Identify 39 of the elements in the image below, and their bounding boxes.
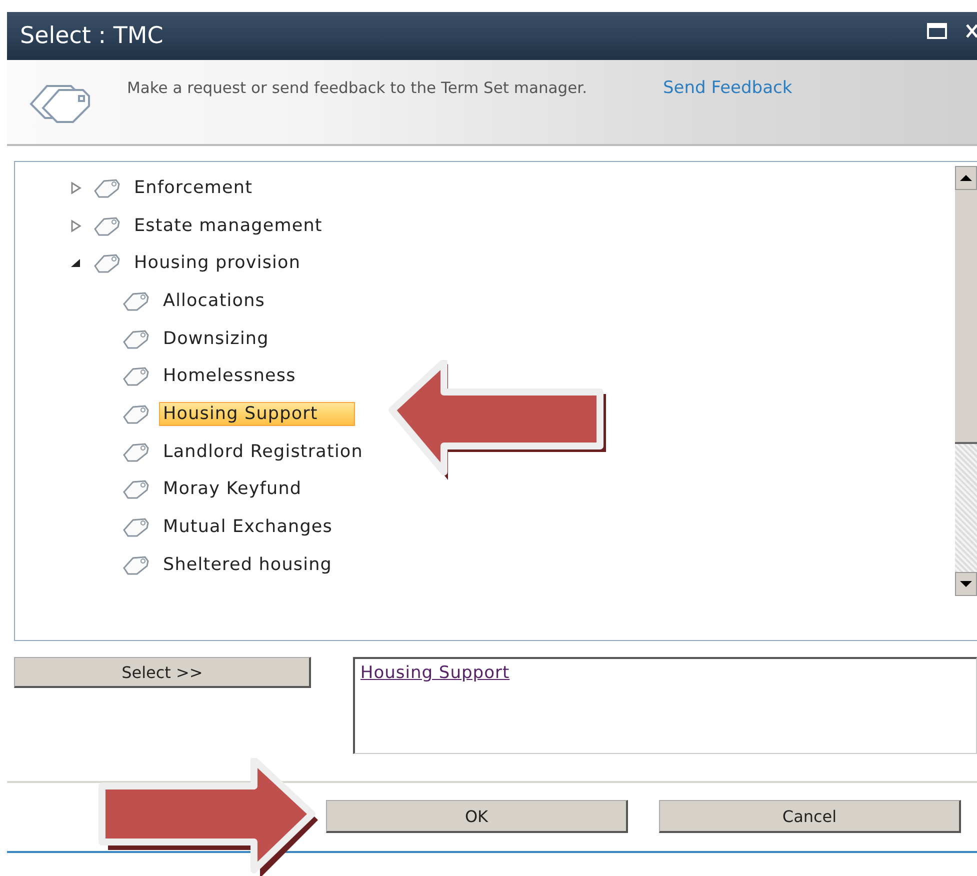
select-button[interactable]: Select >>	[14, 657, 312, 688]
header-message: Make a request or send feedback to the Term Set manager.	[127, 78, 588, 98]
tag-icon	[122, 554, 150, 576]
caret-down-icon	[960, 580, 972, 588]
tree-item[interactable]: Estate management	[130, 214, 326, 238]
tree-item[interactable]: Housing provision	[130, 251, 305, 276]
tree-item[interactable]: Landlord Registration	[159, 440, 367, 464]
scroll-down-button[interactable]	[955, 572, 977, 596]
scrollbar[interactable]	[955, 166, 977, 596]
tag-icon	[93, 214, 121, 237]
maximize-icon[interactable]	[927, 23, 947, 39]
tree-item[interactable]: Enforcement	[130, 176, 257, 200]
expand-icon[interactable]	[70, 218, 82, 233]
caret-up-icon	[960, 174, 972, 182]
tree-item[interactable]: Sheltered housing	[159, 552, 336, 577]
tree-item[interactable]: Allocations	[159, 288, 269, 313]
tag-icon	[93, 176, 121, 199]
selected-term-link[interactable]: Housing Support	[360, 663, 510, 683]
tag-icon	[93, 252, 121, 274]
tag-icon	[122, 516, 150, 538]
tag-icon	[122, 328, 150, 350]
ok-button[interactable]: OK	[326, 800, 628, 833]
tag-icon	[122, 290, 150, 312]
tree-item[interactable]: Downsizing	[159, 326, 273, 351]
tree-item[interactable]: Homelessness	[159, 364, 300, 388]
tree-item[interactable]: Moray Keyfund	[159, 477, 306, 502]
selected-terms-field[interactable]: Housing Support	[353, 657, 977, 754]
close-icon[interactable]	[965, 23, 977, 39]
tree-item[interactable]: Mutual Exchanges	[159, 515, 337, 540]
window-title: Select : TMC	[19, 23, 164, 49]
tree-item[interactable]: Housing Support	[159, 402, 355, 426]
tag-icon	[122, 478, 150, 500]
cancel-button[interactable]: Cancel	[659, 800, 961, 833]
tag-icon	[122, 440, 150, 463]
scroll-thumb[interactable]	[955, 190, 977, 444]
scroll-up-button[interactable]	[955, 166, 977, 190]
tag-icon	[122, 365, 150, 388]
expand-icon[interactable]	[70, 180, 82, 195]
tag-icon	[122, 402, 150, 425]
